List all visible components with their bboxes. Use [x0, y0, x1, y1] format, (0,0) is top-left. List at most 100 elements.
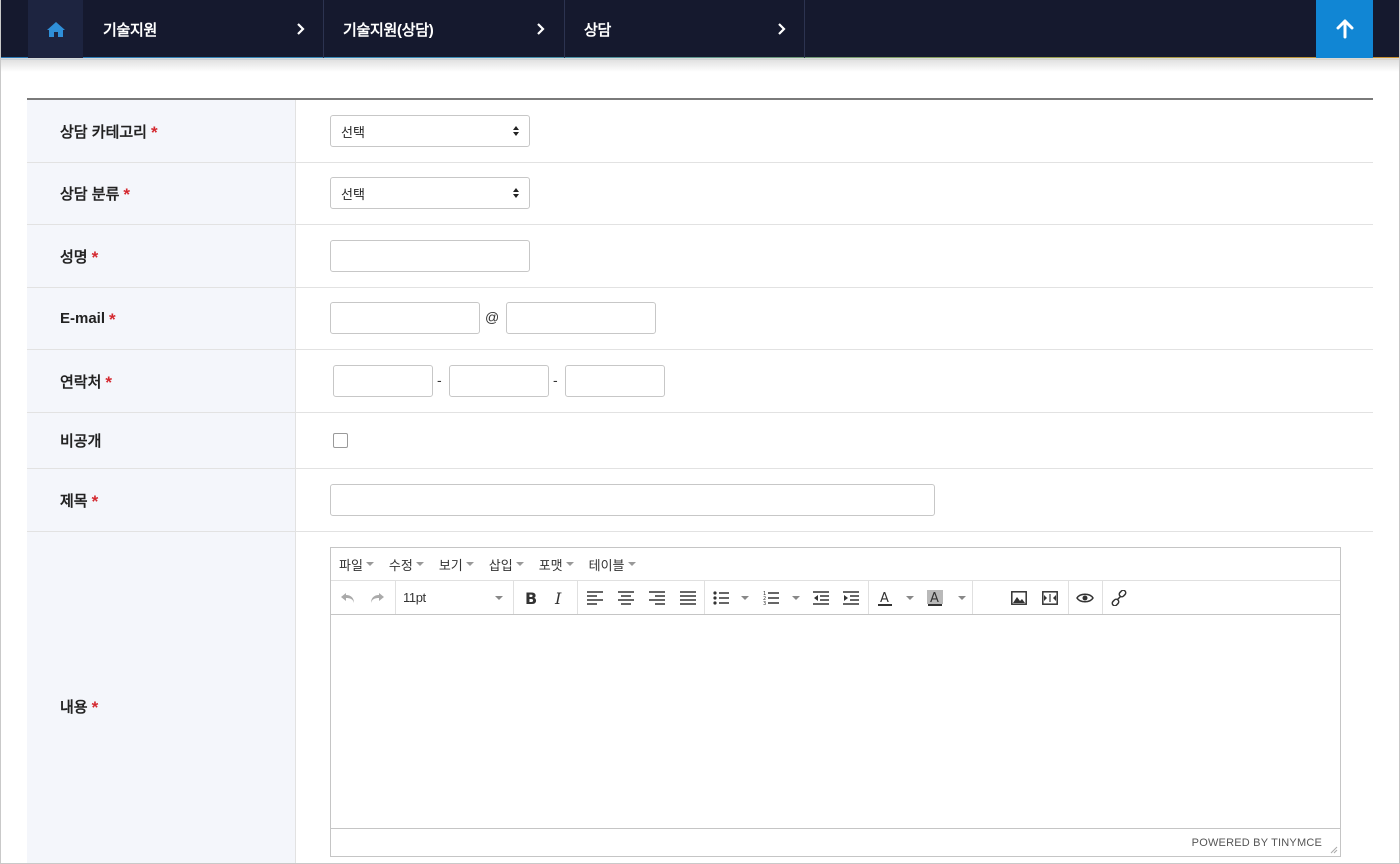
menu-insert[interactable]: 삽입	[489, 555, 524, 574]
form-row-category: 상담 카테고리 * 선택	[27, 100, 1373, 163]
scroll-top-button[interactable]	[1316, 0, 1373, 58]
text-color-button[interactable]: A	[872, 581, 898, 614]
private-checkbox[interactable]	[333, 433, 348, 448]
editor-toolbar: 11pt B I 1 2 3 A A	[331, 581, 1340, 615]
undo-button[interactable]	[335, 581, 361, 614]
select-arrows-icon	[513, 126, 519, 136]
numbered-list-button[interactable]: 123	[758, 581, 784, 614]
caret-down-icon	[792, 596, 800, 600]
caret-down-icon	[741, 596, 749, 600]
editor-content-area[interactable]	[331, 616, 1340, 828]
align-center-button[interactable]	[612, 581, 639, 614]
menu-table[interactable]: 테이블	[589, 555, 636, 574]
align-left-button[interactable]	[581, 581, 608, 614]
outdent-icon	[813, 590, 829, 605]
email-local-input[interactable]	[330, 302, 480, 334]
form-row-content: 내용 * 파일 수정 보기 삽입 포맷 테이블 11pt B I 1 2 3 A…	[27, 532, 1373, 864]
toolbar-divider	[513, 581, 514, 614]
required-mark: *	[105, 372, 113, 392]
caret-down-icon	[515, 562, 524, 566]
subject-label: 제목 *	[27, 469, 296, 531]
home-button[interactable]	[28, 0, 83, 58]
svg-text:A: A	[880, 591, 889, 606]
bold-icon: B	[525, 590, 537, 606]
phone-label-text: 연락처	[60, 373, 102, 391]
text-color-icon: A	[878, 591, 892, 606]
phone-part1-input[interactable]	[333, 365, 433, 397]
breadcrumb-divider	[323, 0, 324, 58]
bold-button[interactable]: B	[517, 581, 543, 614]
background-color-button[interactable]: A	[922, 581, 948, 614]
breadcrumb-divider	[564, 0, 565, 58]
toolbar-divider	[704, 581, 705, 614]
powered-by-text[interactable]: POWERED BY TINYMCE	[1192, 837, 1322, 849]
align-right-button[interactable]	[643, 581, 670, 614]
preview-button[interactable]	[1072, 581, 1098, 614]
link-icon	[1111, 589, 1127, 606]
rich-text-editor: 파일 수정 보기 삽입 포맷 테이블 11pt B I 1 2 3 A A PO…	[330, 547, 1341, 857]
required-mark: *	[91, 697, 99, 717]
breadcrumb-item-3[interactable]: 상담	[584, 0, 804, 58]
indent-icon	[843, 590, 859, 605]
phone-part3-input[interactable]	[565, 365, 665, 397]
align-justify-button[interactable]	[674, 581, 701, 614]
form-row-subject: 제목 *	[27, 469, 1373, 532]
breadcrumb-label-2: 기술지원(상담)	[343, 21, 434, 39]
insert-link-button[interactable]	[1106, 581, 1132, 614]
arrow-up-icon	[1336, 19, 1353, 39]
font-size-select[interactable]: 11pt	[403, 581, 503, 614]
bullet-list-icon	[713, 590, 729, 605]
menu-view[interactable]: 보기	[439, 555, 474, 574]
subject-input[interactable]	[330, 484, 935, 516]
required-mark: *	[91, 491, 99, 511]
toolbar-divider	[577, 581, 578, 614]
caret-down-icon	[415, 562, 424, 566]
italic-icon: I	[554, 590, 562, 606]
name-input[interactable]	[330, 240, 530, 272]
phone-dash: -	[553, 372, 558, 388]
insert-image-button[interactable]	[1006, 581, 1032, 614]
menu-insert-label: 삽입	[488, 557, 513, 573]
media-icon	[1042, 590, 1058, 605]
category-select[interactable]: 선택	[330, 115, 530, 147]
italic-button[interactable]: I	[547, 581, 573, 614]
required-mark: *	[91, 247, 99, 267]
phone-label: 연락처 *	[27, 350, 296, 412]
menu-format[interactable]: 포맷	[539, 555, 574, 574]
required-mark: *	[123, 185, 130, 204]
classification-select[interactable]: 선택	[330, 177, 530, 209]
breadcrumb-item-2[interactable]: 기술지원(상담)	[343, 0, 563, 58]
email-domain-input[interactable]	[506, 302, 656, 334]
breadcrumb-item-1[interactable]: 기술지원	[103, 0, 323, 58]
subject-label-text: 제목	[60, 492, 88, 510]
caret-down-icon	[465, 562, 474, 566]
phone-part2-input[interactable]	[449, 365, 549, 397]
indent-button[interactable]	[838, 581, 864, 614]
form-row-private: 비공개	[27, 413, 1373, 469]
select-arrows-icon	[513, 188, 519, 198]
align-left-icon	[586, 590, 603, 605]
menu-edit[interactable]: 수정	[389, 555, 424, 574]
email-at-symbol: @	[485, 309, 500, 325]
private-label: 비공개	[27, 413, 296, 468]
content-label-text: 내용	[60, 698, 88, 716]
svg-text:I: I	[554, 590, 562, 606]
outdent-button[interactable]	[808, 581, 834, 614]
breadcrumb-divider	[804, 0, 805, 58]
name-label: 성명 *	[27, 225, 296, 287]
redo-button[interactable]	[364, 581, 390, 614]
form-row-classification: 상담 분류 * 선택	[27, 163, 1373, 225]
email-label-text: E-mail	[60, 310, 106, 327]
menu-file[interactable]: 파일	[339, 555, 374, 574]
toolbar-divider	[972, 581, 973, 614]
bullet-list-button[interactable]	[708, 581, 734, 614]
resize-grip-icon[interactable]	[1328, 844, 1338, 854]
content-label: 내용 *	[27, 532, 296, 864]
caret-down-icon	[958, 596, 966, 600]
insert-media-button[interactable]	[1037, 581, 1063, 614]
breadcrumb-label-1: 기술지원	[103, 21, 158, 39]
editor-menubar: 파일 수정 보기 삽입 포맷 테이블	[331, 548, 1340, 581]
redo-icon	[371, 592, 384, 603]
toolbar-divider	[1102, 581, 1103, 614]
caret-down-icon	[627, 562, 636, 566]
